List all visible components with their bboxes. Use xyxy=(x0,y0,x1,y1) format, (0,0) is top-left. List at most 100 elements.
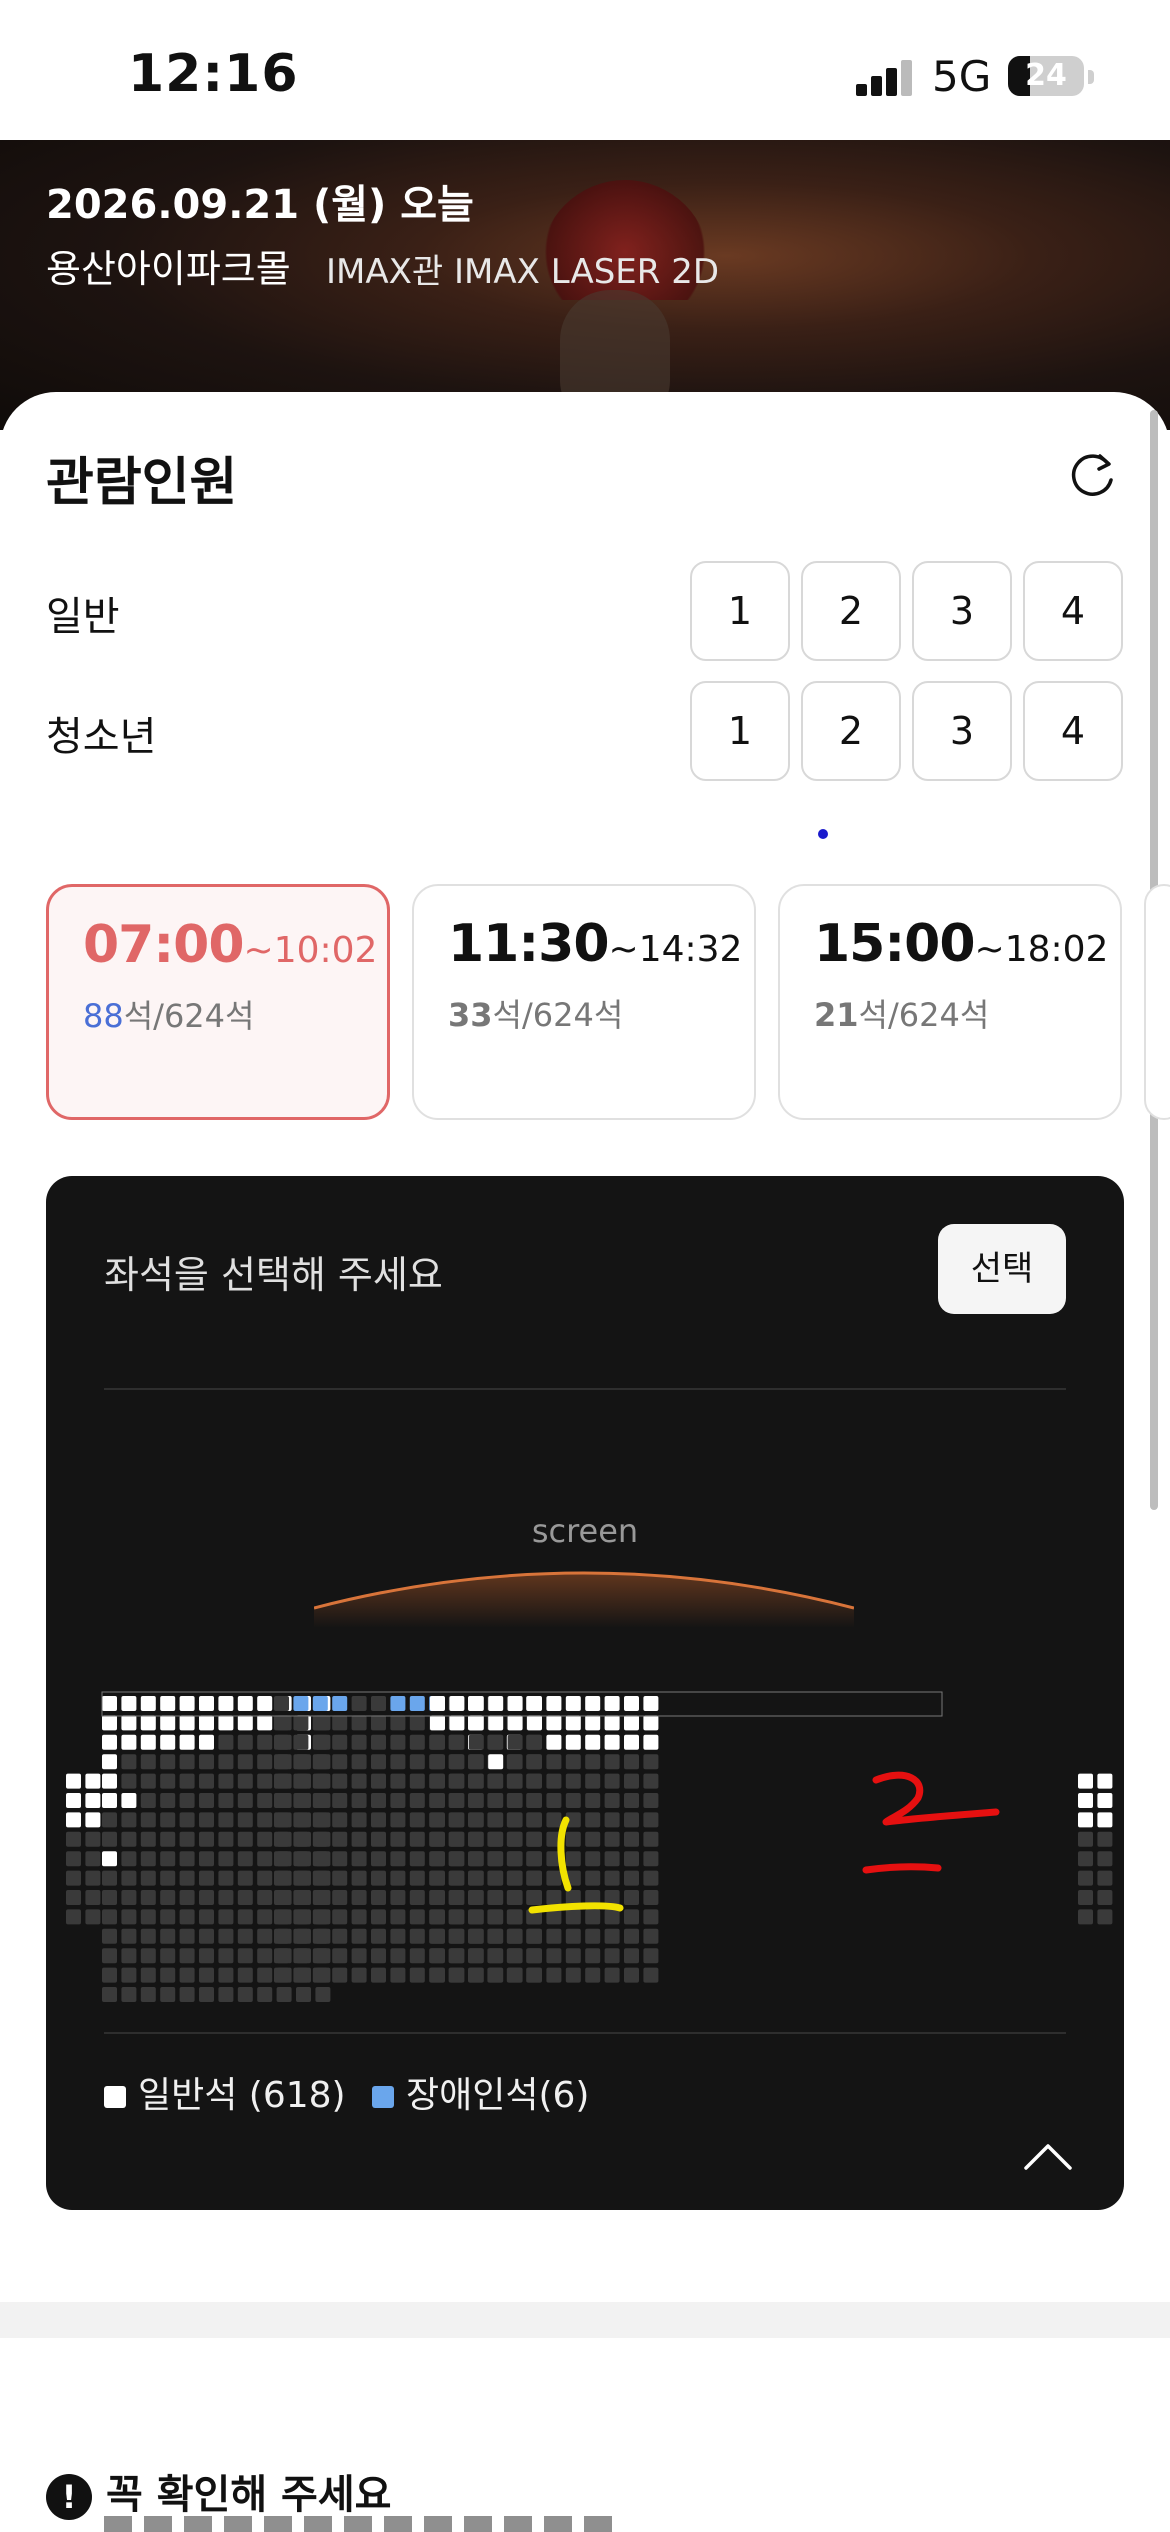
seat-right-block[interactable] xyxy=(604,1773,620,1789)
seat-left-block[interactable] xyxy=(140,1928,156,1944)
seat-center-block[interactable] xyxy=(274,1715,289,1731)
seat-left-block[interactable] xyxy=(199,1793,214,1808)
seat-right-block[interactable] xyxy=(565,1909,581,1925)
seat-right-block[interactable] xyxy=(449,1812,465,1828)
seat-center-block[interactable] xyxy=(332,1851,348,1867)
seat-left-block[interactable] xyxy=(237,1987,253,2002)
seat-far-right[interactable] xyxy=(1097,1870,1113,1886)
seat-left-block[interactable] xyxy=(218,1754,234,1770)
seat-left-block[interactable] xyxy=(140,1734,156,1750)
seat-right-block[interactable] xyxy=(449,1928,465,1944)
refresh-icon[interactable] xyxy=(1066,450,1118,502)
seat-right-block[interactable] xyxy=(430,1696,445,1711)
seat-center-block[interactable] xyxy=(351,1928,367,1944)
seat-right-block[interactable] xyxy=(565,1715,581,1731)
seat-right-block[interactable] xyxy=(507,1793,523,1808)
seat-center-block[interactable] xyxy=(274,1909,289,1925)
seat-left-block[interactable] xyxy=(160,1909,176,1925)
seat-left-block[interactable] xyxy=(140,1812,156,1828)
seat-left-block[interactable] xyxy=(218,1890,234,1905)
seat-left-block[interactable] xyxy=(218,1773,234,1789)
seat-right-block[interactable] xyxy=(449,1696,465,1711)
seat-left-block[interactable] xyxy=(199,1754,214,1770)
seat-right-block[interactable] xyxy=(449,1773,465,1789)
seat-center-block[interactable] xyxy=(351,1967,367,1983)
seat-left-block[interactable] xyxy=(121,1928,137,1944)
seat-center-block[interactable] xyxy=(274,1812,289,1828)
seat-left-block[interactable] xyxy=(121,1696,137,1711)
seat-left-block[interactable] xyxy=(102,1909,117,1925)
seat-right-block[interactable] xyxy=(488,1773,504,1789)
seat-left-block[interactable] xyxy=(121,1870,137,1886)
seat-left-block[interactable] xyxy=(199,1987,214,2002)
seat-left-block[interactable] xyxy=(140,1793,156,1808)
seat-left-block[interactable] xyxy=(140,1754,156,1770)
seat-center-block[interactable] xyxy=(351,1754,367,1770)
seat-center-block[interactable] xyxy=(274,1928,289,1944)
seat-left-block[interactable] xyxy=(179,1928,195,1944)
seat-left-block[interactable] xyxy=(237,1948,253,1964)
seat-center-block[interactable] xyxy=(371,1793,386,1808)
seat-right-block[interactable] xyxy=(527,1967,542,1983)
seat-center-block[interactable] xyxy=(293,1696,309,1711)
seat-left-block[interactable] xyxy=(121,1773,137,1789)
seat-center-block[interactable] xyxy=(293,1928,309,1944)
seat-right-block[interactable] xyxy=(488,1696,504,1711)
seat-right-block[interactable] xyxy=(507,1928,523,1944)
seat-left-block[interactable] xyxy=(160,1967,176,1983)
seat-left-block[interactable] xyxy=(160,1812,176,1828)
adult-count-3-button[interactable]: 3 xyxy=(912,561,1012,661)
seat-right-block[interactable] xyxy=(507,1890,523,1905)
seat-right-block[interactable] xyxy=(488,1715,504,1731)
seat-right-block[interactable] xyxy=(565,1793,581,1808)
seat-left-block[interactable] xyxy=(102,1754,117,1770)
seat-right-block[interactable] xyxy=(430,1831,445,1847)
seat-right-block[interactable] xyxy=(546,1793,562,1808)
seat-right-block[interactable] xyxy=(624,1831,639,1847)
seat-left-block[interactable] xyxy=(102,1831,117,1847)
seat-right-block[interactable] xyxy=(527,1696,542,1711)
seat-left-block[interactable] xyxy=(121,1987,137,2002)
seat-far-left[interactable] xyxy=(66,1870,81,1886)
seat-left-block[interactable] xyxy=(179,1967,195,1983)
seat-far-left[interactable] xyxy=(85,1831,101,1847)
seat-right-block[interactable] xyxy=(507,1831,523,1847)
seat-right-block[interactable] xyxy=(507,1812,523,1828)
seat-center-block[interactable] xyxy=(390,1890,406,1905)
seat-left-block[interactable] xyxy=(160,1793,176,1808)
seat-left-block[interactable] xyxy=(102,1987,117,2002)
seat-right-block[interactable] xyxy=(624,1967,639,1983)
seat-left-block[interactable] xyxy=(199,1967,214,1983)
seat-left-block[interactable] xyxy=(102,1967,117,1983)
seat-center-block[interactable] xyxy=(371,1928,386,1944)
seat-left-block[interactable] xyxy=(199,1831,214,1847)
seat-center-block[interactable] xyxy=(390,1812,406,1828)
seat-center-block[interactable] xyxy=(274,1831,289,1847)
seat-left-block[interactable] xyxy=(179,1715,195,1731)
seat-right-block[interactable] xyxy=(643,1870,659,1886)
seat-right-block[interactable] xyxy=(546,1715,562,1731)
seat-center-block[interactable] xyxy=(293,1890,309,1905)
seat-center-block[interactable] xyxy=(409,1793,425,1808)
seat-left-block[interactable] xyxy=(218,1909,234,1925)
seat-center-block[interactable] xyxy=(332,1812,348,1828)
seat-center-block[interactable] xyxy=(293,1754,309,1770)
seat-right-block[interactable] xyxy=(565,1773,581,1789)
seat-center-block[interactable] xyxy=(390,1870,406,1886)
seat-right-block[interactable] xyxy=(565,1734,581,1750)
seat-right-block[interactable] xyxy=(585,1696,601,1711)
seat-right-block[interactable] xyxy=(527,1734,542,1750)
seat-right-block[interactable] xyxy=(643,1773,659,1789)
seat-right-block[interactable] xyxy=(643,1754,659,1770)
seat-right-block[interactable] xyxy=(643,1851,659,1867)
seat-right-block[interactable] xyxy=(488,1754,504,1770)
seat-right-block[interactable] xyxy=(604,1754,620,1770)
seat-right-block[interactable] xyxy=(488,1890,504,1905)
seat-right-block[interactable] xyxy=(430,1715,445,1731)
seat-center-block[interactable] xyxy=(371,1734,386,1750)
seat-center-block[interactable] xyxy=(274,1754,289,1770)
seat-right-block[interactable] xyxy=(430,1754,445,1770)
seat-right-block[interactable] xyxy=(585,1793,601,1808)
seat-center-block[interactable] xyxy=(351,1831,367,1847)
seat-right-block[interactable] xyxy=(468,1754,484,1770)
